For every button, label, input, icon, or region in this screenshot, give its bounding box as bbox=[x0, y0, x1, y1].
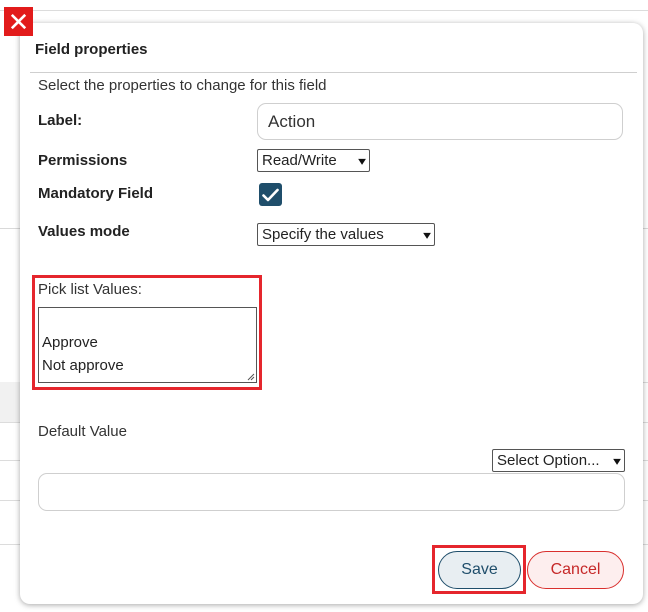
default-value-caption: Default Value bbox=[38, 423, 127, 440]
permissions-caption: Permissions bbox=[38, 152, 128, 169]
picklist-textarea[interactable]: Approve Not approve bbox=[38, 307, 257, 383]
permissions-selected: Read/Write bbox=[262, 152, 337, 169]
background-cell bbox=[0, 382, 22, 422]
default-value-selected: Select Option... bbox=[497, 452, 600, 469]
values-mode-select[interactable]: Specify the values ▾ bbox=[257, 223, 435, 246]
cancel-button[interactable]: Cancel bbox=[527, 551, 624, 589]
picklist-line bbox=[42, 308, 253, 331]
picklist-caption: Pick list Values: bbox=[38, 281, 142, 298]
label-input[interactable] bbox=[257, 103, 623, 140]
field-properties-dialog: Field properties Select the properties t… bbox=[20, 23, 643, 604]
resize-handle-icon[interactable] bbox=[247, 373, 255, 381]
chevron-down-icon: ▾ bbox=[423, 227, 431, 242]
chevron-down-icon: ▾ bbox=[613, 453, 621, 468]
default-value-input[interactable] bbox=[38, 473, 625, 511]
label-caption: Label: bbox=[38, 112, 83, 129]
title-divider bbox=[30, 72, 637, 73]
values-mode-caption: Values mode bbox=[38, 223, 130, 240]
dialog-subtitle: Select the properties to change for this… bbox=[38, 77, 327, 94]
mandatory-caption: Mandatory Field bbox=[38, 185, 154, 202]
default-value-select[interactable]: Select Option... ▾ bbox=[492, 449, 625, 472]
background-divider bbox=[0, 10, 648, 11]
checkmark-icon bbox=[262, 188, 279, 201]
permissions-select[interactable]: Read/Write ▾ bbox=[257, 149, 370, 172]
save-button[interactable]: Save bbox=[438, 551, 521, 589]
mandatory-checkbox[interactable] bbox=[259, 183, 282, 206]
picklist-line: Approve bbox=[42, 334, 98, 351]
values-mode-selected: Specify the values bbox=[262, 226, 384, 243]
chevron-down-icon: ▾ bbox=[358, 153, 366, 168]
dialog-title: Field properties bbox=[35, 41, 148, 58]
close-icon[interactable]: ✕ bbox=[4, 7, 33, 36]
picklist-line: Not approve bbox=[42, 357, 124, 374]
